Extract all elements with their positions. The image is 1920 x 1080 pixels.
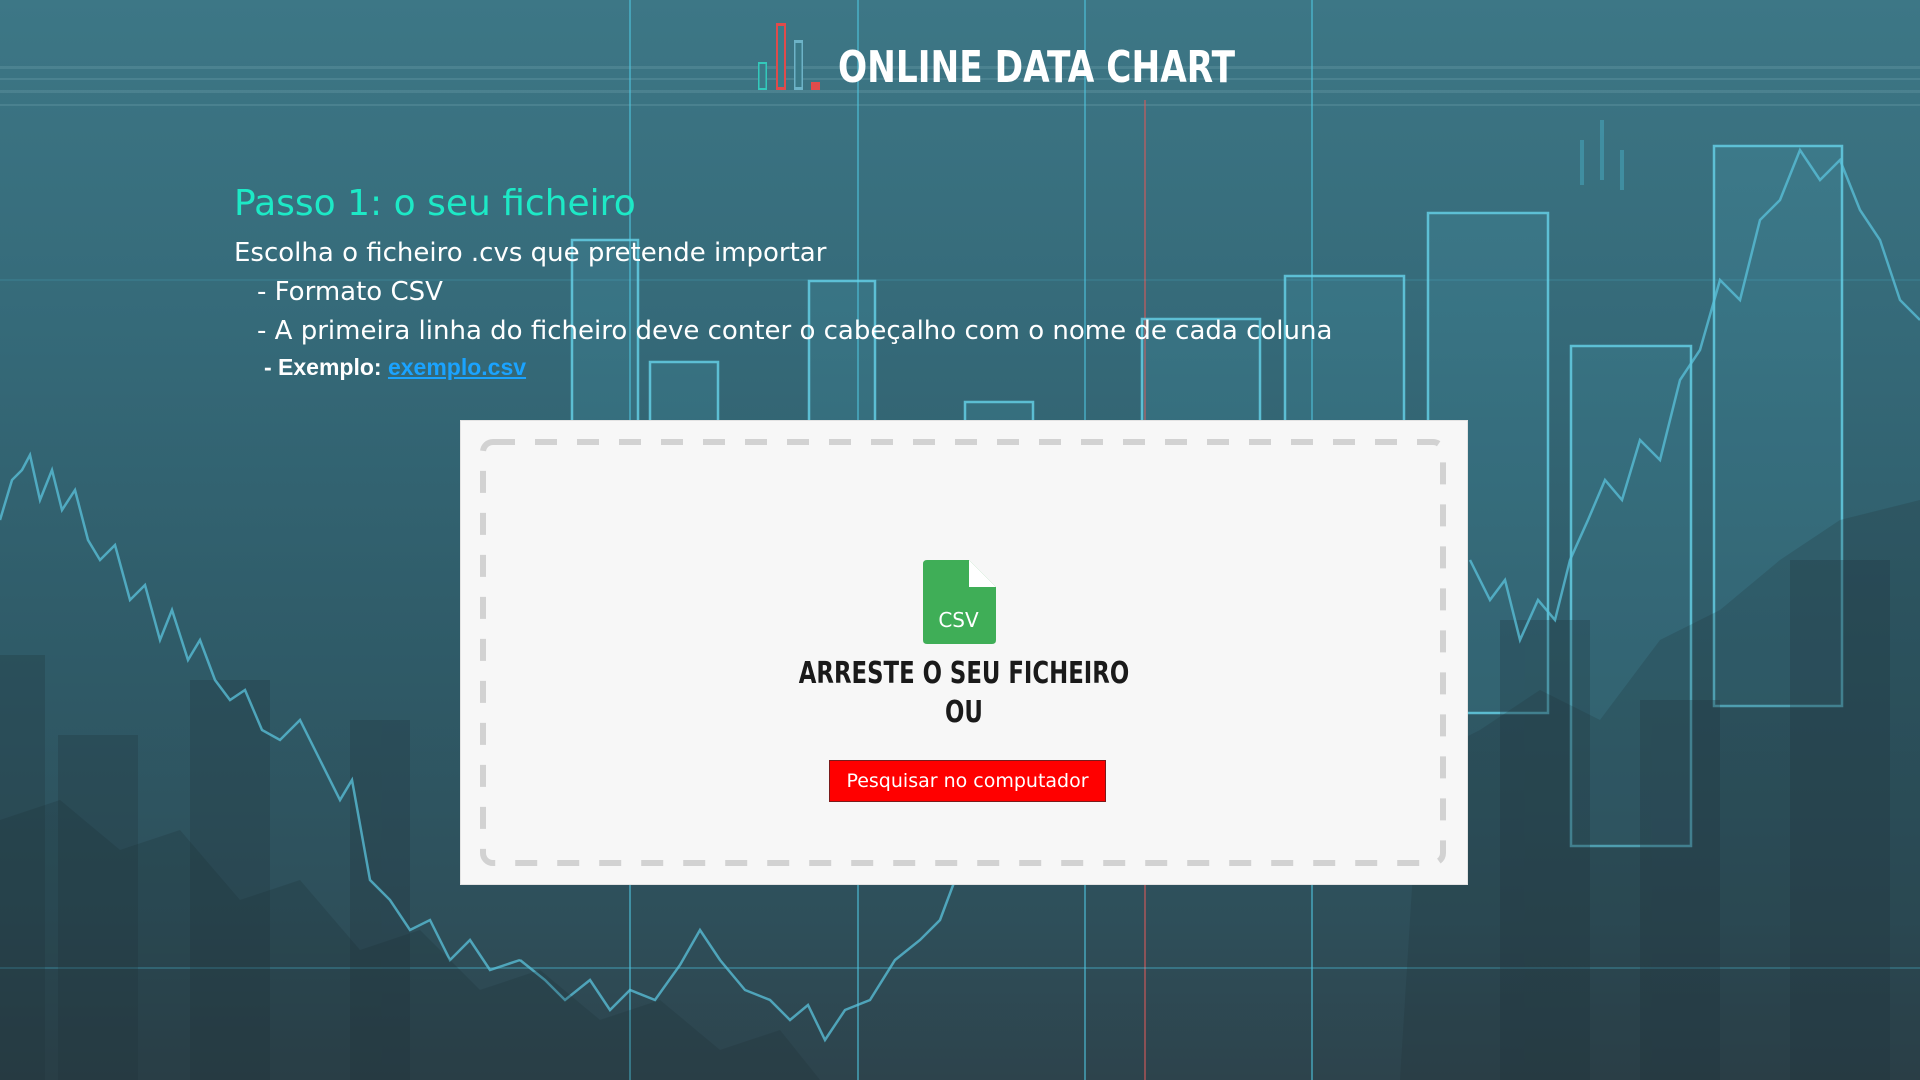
example-label: - Exemplo: [264, 354, 388, 381]
example-row: - Exemplo: exemplo.csv [234, 354, 1332, 381]
csv-icon-label: CSV [938, 608, 979, 632]
app-logo[interactable]: ONLINE DATA CHART [756, 12, 1347, 92]
bar-chart-logo-icon [758, 23, 820, 90]
intro-section: Passo 1: o seu ficheiro Escolha o fichei… [234, 183, 1332, 381]
requirement-header: - A primeira linha do ficheiro deve cont… [257, 316, 1333, 347]
csv-file-icon: CSV [923, 560, 998, 644]
drop-instruction: ARRESTE O SEU FICHEIRO [798, 656, 1130, 691]
example-csv-link[interactable]: exemplo.csv [388, 354, 526, 380]
browse-computer-button[interactable]: Pesquisar no computador [829, 760, 1106, 802]
logo-text: ONLINE DATA CHART [838, 42, 1236, 93]
file-dropzone[interactable]: CSV ARRESTE O SEU FICHEIRO OU Pesquisar … [461, 421, 1467, 884]
or-separator: OU [945, 695, 983, 730]
intro-description: Escolha o ficheiro .cvs que pretende imp… [234, 238, 827, 269]
step-title: Passo 1: o seu ficheiro [234, 183, 636, 224]
requirement-format: - Formato CSV [257, 277, 443, 308]
